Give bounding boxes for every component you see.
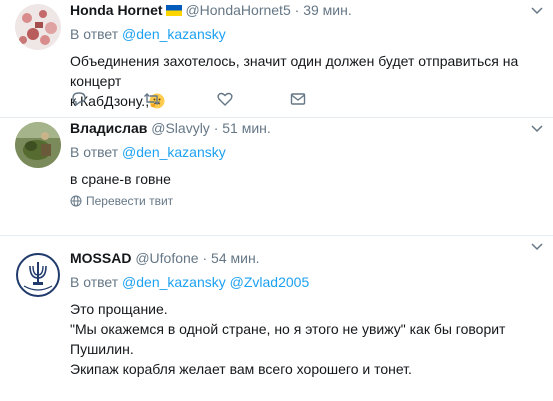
reply-prefix: В ответ [70, 26, 119, 42]
retweet-button[interactable] [143, 90, 163, 110]
reply-button[interactable] [70, 90, 90, 110]
chevron-down-icon[interactable] [531, 125, 543, 133]
translate-label: Перевести твит [86, 194, 174, 208]
tweet-line: "Мы окажемся в одной стране, но я этого … [70, 321, 506, 337]
tweet-3[interactable]: MOSSAD @Ufofone · 54 мин. В ответ @den_k… [0, 236, 553, 401]
chevron-down-icon[interactable] [531, 7, 543, 15]
separator-dot: · [213, 120, 219, 136]
chevron-down-icon[interactable] [531, 243, 543, 251]
tweet-timestamp[interactable]: 39 мин. [303, 2, 352, 18]
tweet-line: Это прощание. [70, 301, 168, 317]
reply-prefix: В ответ [70, 274, 119, 290]
tweet-text: в сране-в говне [70, 169, 541, 189]
translate-tweet-link[interactable]: Перевести твит [70, 192, 173, 210]
mention-link[interactable]: @den_kazansky [122, 144, 226, 160]
envelope-icon [290, 93, 306, 105]
display-name[interactable]: MOSSAD [70, 250, 131, 266]
mention-link[interactable]: @den_kazansky [122, 274, 226, 290]
tweet-2[interactable]: Владислав @Slavyly · 51 мин. В ответ @de… [0, 118, 553, 236]
tweet-timestamp[interactable]: 51 мин. [222, 120, 271, 136]
reply-prefix: В ответ [70, 144, 119, 160]
ukraine-flag-icon [165, 5, 182, 16]
tweet-line: Экипаж корабля желает вам всего хорошего… [70, 361, 412, 377]
globe-icon [70, 195, 82, 207]
tweet-line: в сране-в говне [70, 171, 171, 187]
avatar[interactable] [15, 4, 61, 50]
separator-dot: · [202, 250, 208, 266]
tweet-header: MOSSAD @Ufofone · 54 мин. [70, 248, 541, 268]
reply-context: В ответ @den_kazansky [70, 142, 541, 162]
tweet-timestamp[interactable]: 54 мин. [211, 250, 260, 266]
dm-button[interactable] [289, 90, 309, 110]
reply-context: В ответ @den_kazansky @Zvlad2005 [70, 272, 541, 292]
reply-icon [72, 92, 86, 107]
separator-dot: · [294, 2, 300, 18]
heart-icon [217, 92, 233, 106]
mention-link[interactable]: @Zvlad2005 [230, 274, 310, 290]
display-name[interactable]: Honda Hornet [70, 2, 163, 18]
tweet-header: Владислав @Slavyly · 51 мин. [70, 118, 541, 138]
tweet-1[interactable]: Honda Hornet @HondaHornet5 · 39 мин. В о… [0, 0, 553, 118]
user-handle[interactable]: @Slavyly [151, 120, 210, 136]
user-handle[interactable]: @HondaHornet5 [185, 2, 290, 18]
tweet-text: Это прощание. "Мы окажемся в одной стран… [70, 299, 541, 379]
mention-link[interactable]: @den_kazansky [122, 26, 226, 42]
tweet-header: Honda Hornet @HondaHornet5 · 39 мин. [70, 0, 541, 20]
tweet-line: Пушилин. [70, 341, 134, 357]
reply-context: В ответ @den_kazansky [70, 24, 541, 44]
display-name[interactable]: Владислав [70, 120, 147, 136]
user-handle[interactable]: @Ufofone [135, 250, 198, 266]
tweet-line: Объединения захотелось, значит один долж… [70, 53, 519, 89]
like-button[interactable] [216, 90, 236, 110]
avatar[interactable] [15, 122, 61, 168]
retweet-icon [144, 93, 160, 105]
avatar[interactable] [15, 252, 61, 298]
